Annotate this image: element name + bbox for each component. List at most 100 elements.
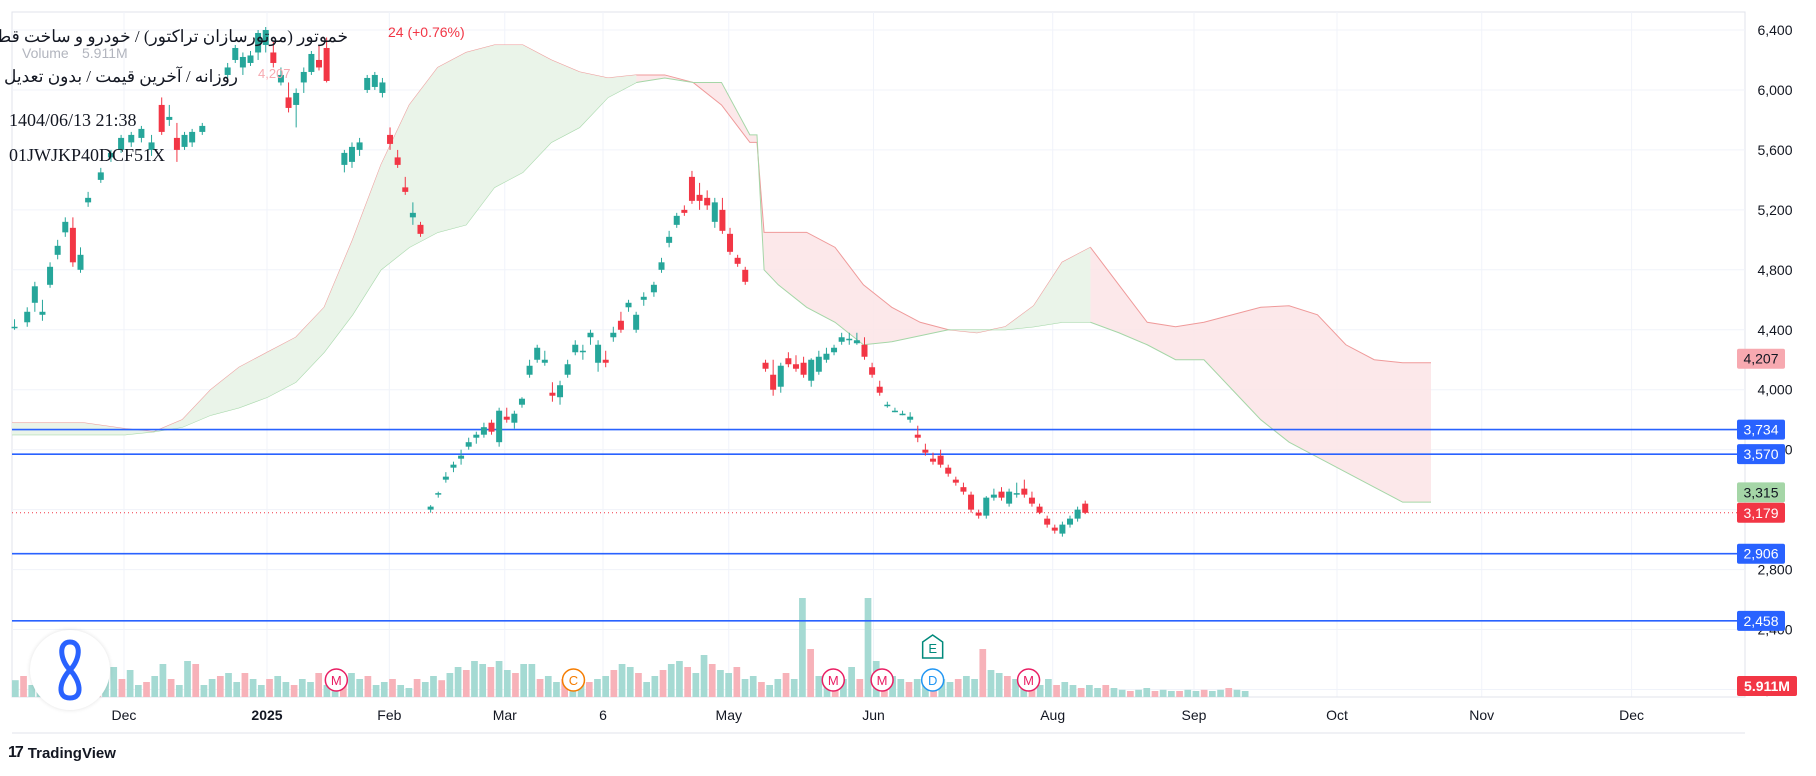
candle-body [1051, 527, 1058, 531]
event-marker-label: C [569, 673, 578, 688]
candle-body [711, 202, 718, 222]
candle-body [815, 356, 822, 372]
candle-body [792, 364, 799, 369]
candle-body [1082, 503, 1089, 513]
volume-bar [192, 664, 200, 697]
volume-bar [667, 664, 675, 697]
volume-bar [1200, 689, 1208, 697]
volume-bar [1225, 688, 1233, 697]
volume-bar [848, 667, 855, 697]
volume-bar [1094, 688, 1101, 697]
candle-body [450, 464, 457, 468]
volume-bar [708, 664, 716, 697]
price-label-text: 4,207 [1743, 351, 1778, 367]
candle-body [610, 332, 617, 338]
volume-bar [676, 661, 683, 697]
candle-body [1028, 497, 1035, 504]
volume-bar [413, 679, 421, 697]
y-tick-label: 5,600 [1757, 142, 1792, 158]
candle-body [239, 56, 246, 68]
candle-body [293, 92, 300, 105]
candle-body [69, 227, 76, 263]
volume-bar [897, 679, 905, 697]
volume-bar [389, 679, 396, 697]
candle-body [181, 134, 188, 147]
volume-bar [856, 679, 864, 697]
candle-body [62, 221, 69, 233]
volume-bar [610, 670, 618, 697]
candle-body [189, 131, 196, 143]
candle-body [861, 344, 868, 357]
candle-body [704, 197, 711, 206]
volume-bar [397, 685, 405, 697]
volume-bar [700, 655, 708, 697]
volume-bar [290, 685, 298, 697]
volume-bar [487, 667, 495, 697]
volume-bar [454, 667, 462, 697]
volume-bar [372, 685, 380, 697]
volume-bar [257, 685, 265, 697]
volume-bar [1233, 689, 1241, 697]
volume-bar [274, 676, 282, 697]
candle-body [503, 416, 510, 420]
volume-bar [741, 679, 749, 697]
volume-bar [1209, 691, 1216, 697]
symbol-code: 01JWJKP40DCF51X [9, 145, 166, 165]
candle-body [402, 187, 409, 192]
volume-bar [175, 685, 183, 697]
candle-body [435, 493, 442, 495]
volume-value: 5.911M [82, 45, 128, 61]
volume-bar [208, 679, 216, 697]
candle-body [742, 269, 749, 282]
volume-bar [602, 676, 610, 697]
y-tick-label: 4,000 [1757, 382, 1792, 398]
y-tick-label: 2,800 [1757, 562, 1792, 578]
volume-bar [200, 685, 208, 697]
infinity-logo-icon [58, 639, 82, 701]
volume-bar [495, 661, 503, 697]
candle-body [800, 362, 807, 375]
candle-body [719, 209, 726, 231]
x-tick-label: Dec [1619, 707, 1644, 723]
candle-body [379, 82, 386, 93]
volume-bar [1045, 679, 1052, 697]
volume-bar [1159, 689, 1167, 697]
candle-body [770, 374, 777, 390]
candle-body [727, 233, 734, 252]
candle-body [417, 224, 424, 234]
candle-body [625, 302, 632, 308]
candle-body [308, 53, 315, 72]
volume-bar [864, 598, 872, 697]
candle-body [579, 350, 586, 353]
volume-bar [954, 679, 962, 697]
candle-body [891, 410, 898, 413]
volume-bar [717, 670, 724, 697]
volume-bar [774, 679, 782, 697]
candle-body [323, 47, 330, 81]
candle-body [1013, 493, 1020, 495]
candle-body [1067, 518, 1074, 525]
volume-bar [979, 649, 987, 697]
volume-bar [1053, 685, 1060, 697]
candle-body [158, 104, 165, 132]
event-marker-label: M [877, 673, 888, 688]
volume-bar [585, 682, 593, 697]
candle-body [983, 497, 990, 516]
candle-body [823, 353, 830, 360]
tradingview-watermark[interactable]: 17 TradingView [8, 744, 116, 762]
x-tick-label: Nov [1469, 707, 1494, 723]
x-tick-label: Mar [493, 707, 517, 723]
candle-body [549, 392, 556, 396]
candle-body [394, 157, 401, 165]
volume-bar [692, 673, 700, 697]
candle-body [557, 385, 564, 398]
candle-body [937, 455, 944, 465]
price-chart[interactable]: 2,0002,4002,8003,6004,0004,4004,8005,200… [0, 0, 1816, 776]
y-tick-label: 4,800 [1757, 262, 1792, 278]
candle-body [929, 458, 936, 462]
candle-body [785, 358, 792, 365]
candle-body [633, 314, 640, 330]
candle-body [128, 134, 135, 143]
candle-body [617, 320, 624, 330]
candle-body [681, 209, 688, 213]
